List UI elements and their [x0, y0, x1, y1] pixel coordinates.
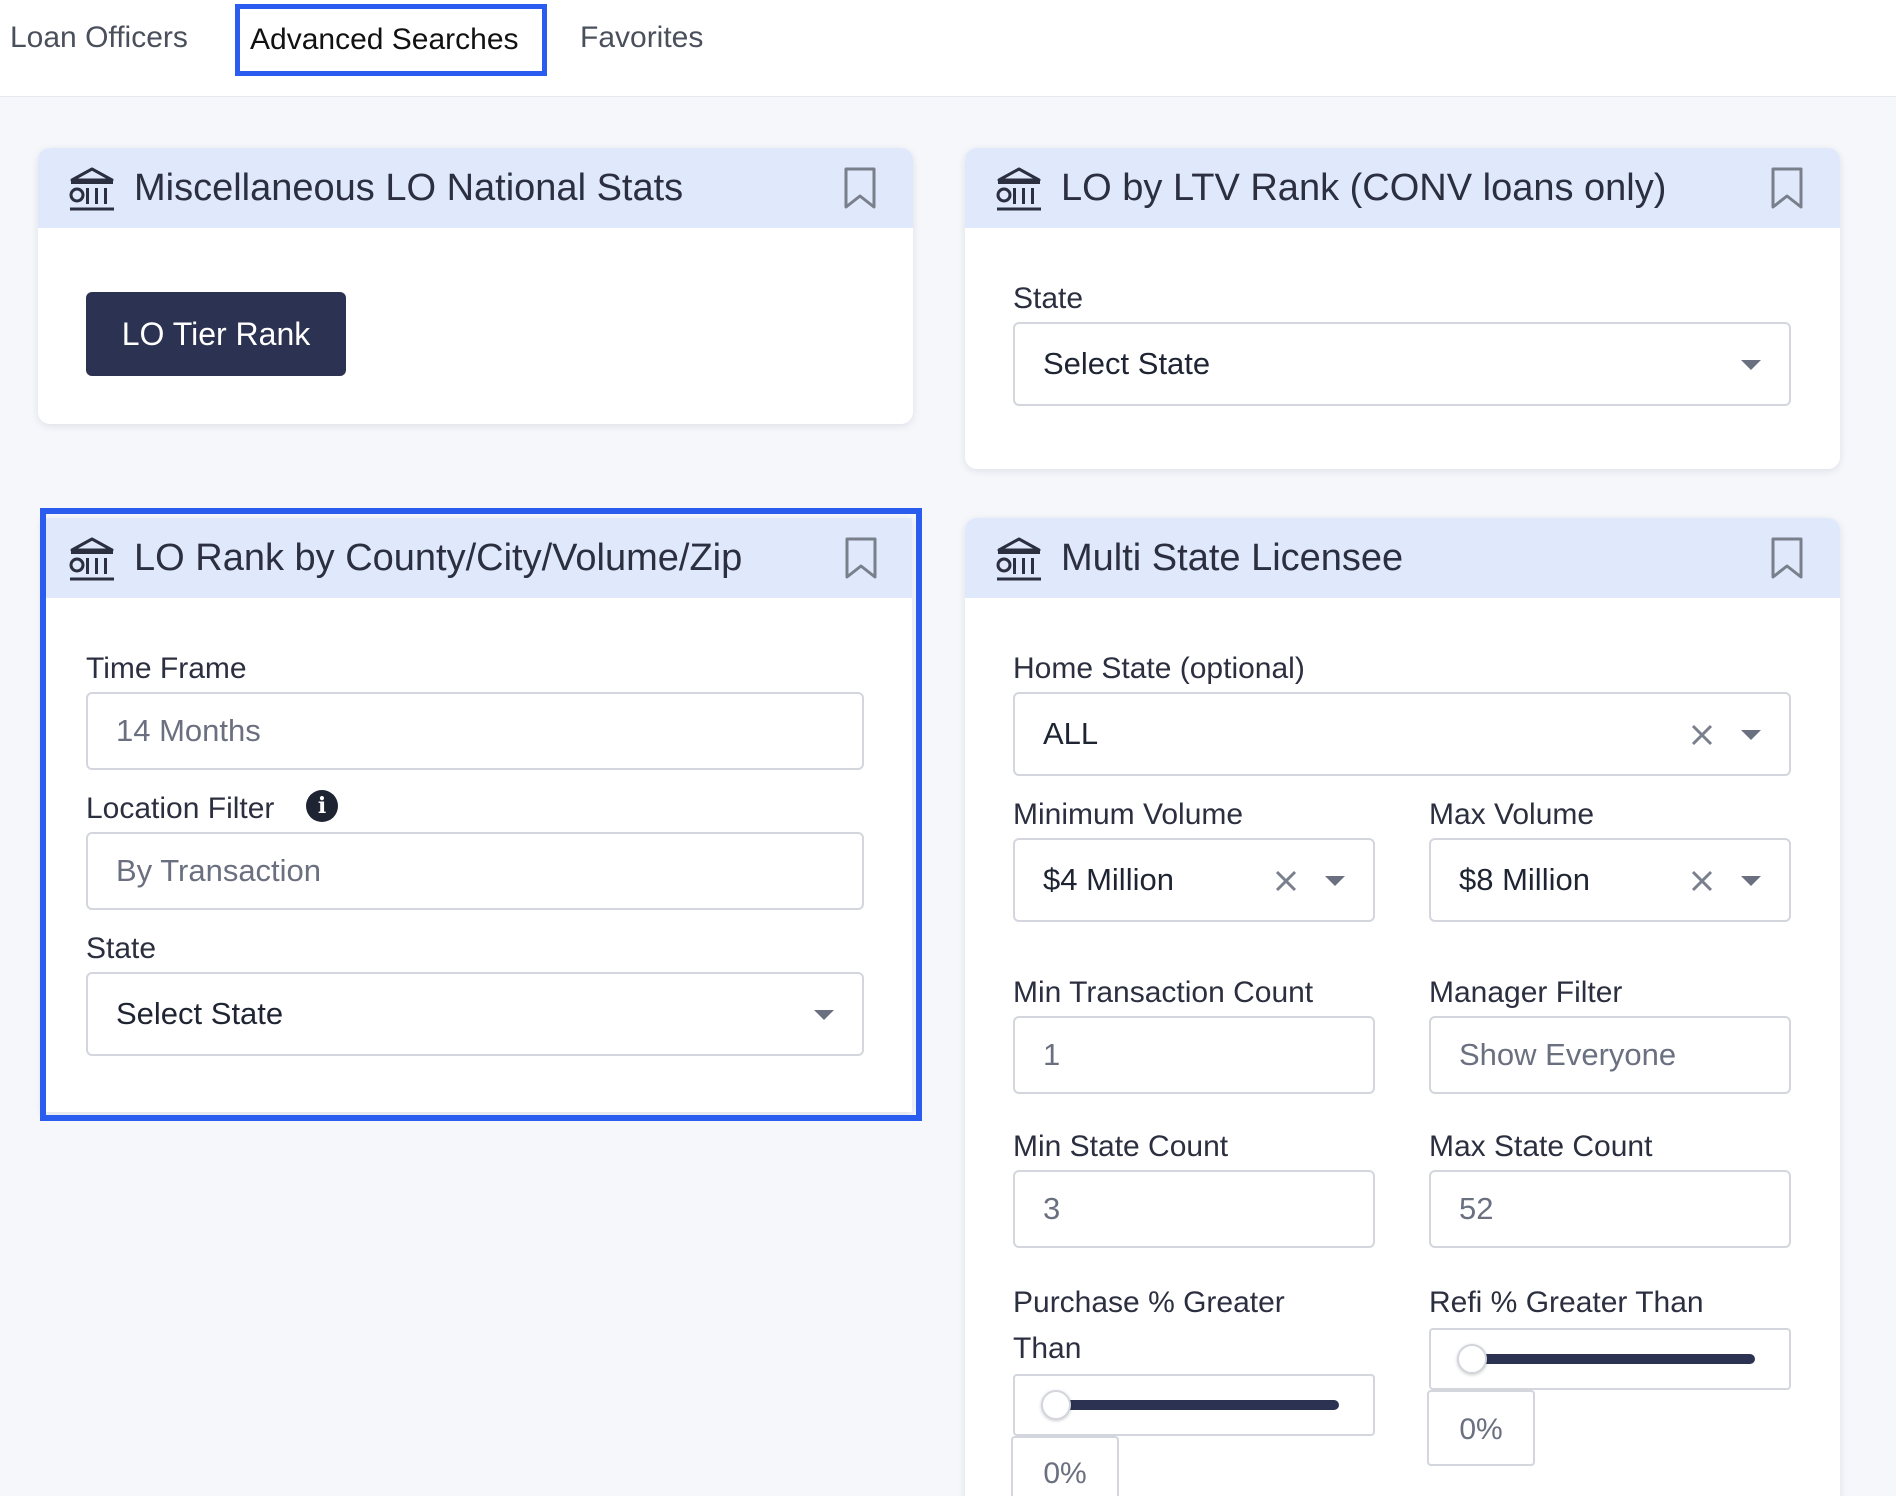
card-header: LO by LTV Rank (CONV loans only)	[965, 148, 1840, 228]
min-volume-select[interactable]: $4 Million	[1013, 838, 1375, 922]
manager-filter-input[interactable]: Show Everyone	[1429, 1016, 1791, 1094]
state-label: State	[1013, 282, 1084, 315]
min-state-count-value: 3	[1043, 1191, 1061, 1226]
close-icon[interactable]	[1689, 722, 1715, 748]
refi-pct-slider[interactable]	[1429, 1328, 1791, 1390]
card-lo-ltv-rank: LO by LTV Rank (CONV loans only) State S…	[965, 148, 1840, 469]
slider-track	[1063, 1400, 1339, 1410]
purchase-pct-value: 0%	[1011, 1436, 1119, 1496]
tab-advanced-searches[interactable]: Advanced Searches	[235, 4, 547, 76]
slider-thumb[interactable]	[1041, 1390, 1071, 1420]
bookmark-icon[interactable]	[843, 166, 877, 210]
purchase-pct-slider[interactable]	[1013, 1374, 1375, 1436]
chevron-down-icon	[1741, 730, 1761, 740]
bookmark-icon[interactable]	[1770, 536, 1804, 580]
tab-loan-officers[interactable]: Loan Officers	[0, 4, 198, 76]
max-state-count-label: Max State Count	[1429, 1130, 1653, 1163]
chevron-down-icon	[1741, 360, 1761, 370]
card-title: LO by LTV Rank (CONV loans only)	[1061, 167, 1667, 209]
max-volume-select[interactable]: $8 Million	[1429, 838, 1791, 922]
home-state-label: Home State (optional)	[1013, 652, 1305, 685]
max-volume-label: Max Volume	[1429, 798, 1595, 831]
home-state-value: ALL	[1043, 716, 1099, 751]
card-header: Miscellaneous LO National Stats	[38, 148, 913, 228]
min-transaction-count-label: Min Transaction Count	[1013, 976, 1314, 1009]
card-title: Multi State Licensee	[1061, 537, 1404, 579]
close-icon[interactable]	[1689, 868, 1715, 894]
bank-building-icon	[996, 537, 1041, 581]
chevron-down-icon	[1325, 876, 1345, 886]
refi-pct-value: 0%	[1427, 1390, 1535, 1466]
manager-filter-label: Manager Filter	[1429, 976, 1623, 1009]
bank-building-icon	[69, 167, 114, 211]
close-icon[interactable]	[1273, 868, 1299, 894]
refi-pct-label: Refi % Greater Than	[1429, 1286, 1704, 1319]
max-state-count-value: 52	[1459, 1191, 1494, 1226]
bank-building-icon	[996, 167, 1041, 211]
tab-favorites[interactable]: Favorites	[570, 4, 713, 76]
slider-thumb[interactable]	[1457, 1344, 1487, 1374]
card-multi-state-licensee: Multi State Licensee Home State (optiona…	[965, 518, 1840, 1496]
chevron-down-icon	[1741, 876, 1761, 886]
slider-track	[1479, 1354, 1755, 1364]
max-volume-value: $8 Million	[1459, 862, 1590, 897]
purchase-pct-label-line2: Than	[1013, 1332, 1082, 1365]
state-select-value: Select State	[1043, 346, 1211, 381]
min-state-count-label: Min State Count	[1013, 1130, 1229, 1163]
purchase-pct-label: Purchase % Greater	[1013, 1286, 1285, 1319]
lo-tier-rank-button[interactable]: LO Tier Rank	[86, 292, 346, 376]
card-title: Miscellaneous LO National Stats	[134, 167, 684, 209]
min-state-count-input[interactable]: 3	[1013, 1170, 1375, 1248]
min-transaction-count-value: 1	[1043, 1037, 1061, 1072]
min-volume-label: Minimum Volume	[1013, 798, 1244, 831]
manager-filter-value: Show Everyone	[1459, 1037, 1677, 1072]
home-state-select[interactable]: ALL	[1013, 692, 1791, 776]
card-header: Multi State Licensee	[965, 518, 1840, 598]
selection-highlight	[40, 508, 922, 1121]
max-state-count-input[interactable]: 52	[1429, 1170, 1791, 1248]
bookmark-icon[interactable]	[1770, 166, 1804, 210]
card-misc-national-stats: Miscellaneous LO National Stats LO Tier …	[38, 148, 913, 424]
state-select[interactable]: Select State	[1013, 322, 1791, 406]
min-transaction-count-input[interactable]: 1	[1013, 1016, 1375, 1094]
top-tab-bar: Loan Officers Advanced Searches Favorite…	[0, 0, 1896, 97]
min-volume-value: $4 Million	[1043, 862, 1174, 897]
